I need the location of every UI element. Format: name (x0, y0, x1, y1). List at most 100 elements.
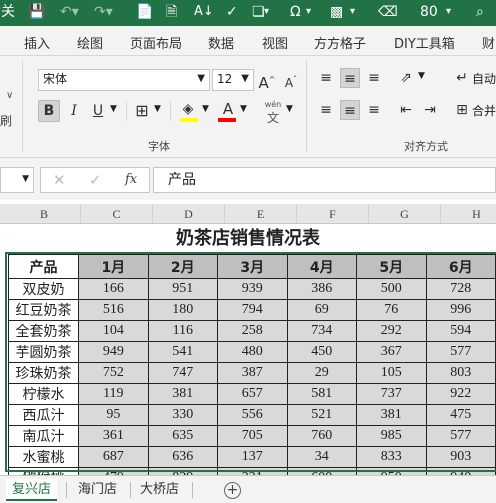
sales-value-cell[interactable]: 76 (356, 299, 427, 321)
sales-value-cell[interactable]: 386 (286, 278, 358, 300)
add-sheet-icon[interactable]: + (224, 482, 241, 499)
redo-icon[interactable]: ↷▾ (94, 2, 113, 22)
tab-finance[interactable]: 财 (482, 33, 495, 52)
sales-value-cell[interactable]: 367 (356, 341, 427, 363)
sales-value-cell[interactable]: 996 (425, 299, 496, 321)
chevron-down-icon[interactable]: ▼ (154, 104, 161, 114)
dropdown-arrow-icon[interactable]: ▾ (306, 2, 311, 22)
header-cell-month[interactable]: 2月 (147, 254, 219, 279)
font-size-select[interactable]: 12 ▼ (212, 69, 254, 91)
orientation-icon[interactable]: ⇗ (396, 68, 416, 88)
zoom-value[interactable]: 80 (420, 2, 438, 22)
undo-icon[interactable]: ↶▾ (60, 2, 79, 22)
sales-value-cell[interactable]: 116 (147, 320, 219, 342)
product-name-cell[interactable]: 双皮奶 (7, 278, 80, 300)
sales-value-cell[interactable]: 705 (217, 425, 288, 447)
chevron-down-icon[interactable]: ▼ (22, 174, 29, 184)
product-name-cell[interactable]: 水蜜桃 (7, 446, 80, 468)
italic-button[interactable]: I (64, 101, 84, 121)
sales-value-cell[interactable]: 361 (78, 425, 149, 447)
sales-value-cell[interactable]: 940 (425, 467, 496, 475)
sales-value-cell[interactable]: 803 (425, 362, 496, 384)
clear-icon[interactable]: ⌫ (378, 2, 398, 22)
sales-value-cell[interactable]: 922 (425, 383, 496, 405)
sales-value-cell[interactable]: 34 (286, 446, 358, 468)
sales-value-cell[interactable]: 330 (147, 404, 219, 426)
sales-value-cell[interactable]: 734 (286, 320, 358, 342)
sales-value-cell[interactable]: 657 (217, 383, 288, 405)
product-name-cell[interactable]: 芋圆奶茶 (7, 341, 80, 363)
align-bottom-icon[interactable]: ≡ (364, 68, 384, 88)
product-name-cell[interactable]: 全套奶茶 (7, 320, 80, 342)
header-cell-month[interactable]: 6月 (425, 254, 496, 279)
column-header-g[interactable]: G (369, 204, 441, 224)
sales-value-cell[interactable]: 292 (356, 320, 427, 342)
merge-label[interactable]: 合并 (472, 102, 496, 119)
sales-value-cell[interactable]: 951 (147, 278, 219, 300)
wrap-text-label[interactable]: 自动 (472, 70, 496, 87)
underline-button[interactable]: U (88, 101, 108, 121)
wrap-text-icon[interactable]: ↵ (452, 68, 472, 88)
shrink-font-button[interactable]: Aˇ (282, 70, 300, 90)
sales-value-cell[interactable]: 381 (356, 404, 427, 426)
spell-check-icon[interactable]: ✓ (226, 2, 238, 22)
phonetic-guide-button[interactable]: wén 文 (262, 100, 284, 126)
sales-value-cell[interactable]: 381 (147, 383, 219, 405)
chevron-down-icon[interactable]: ▼ (240, 104, 247, 114)
sales-value-cell[interactable]: 950 (356, 467, 427, 475)
sales-value-cell[interactable]: 166 (78, 278, 149, 300)
chevron-down-icon[interactable]: ▼ (202, 104, 209, 114)
align-right-icon[interactable]: ≡ (364, 100, 384, 120)
header-cell-month[interactable]: 3月 (217, 254, 288, 279)
sales-value-cell[interactable]: 480 (217, 341, 288, 363)
column-header-h[interactable]: H (441, 204, 496, 224)
text-box-icon[interactable]: ▩ (330, 2, 343, 22)
sales-value-cell[interactable]: 95 (78, 404, 149, 426)
sales-value-cell[interactable]: 794 (217, 299, 288, 321)
sales-value-cell[interactable]: 687 (78, 446, 149, 468)
sales-value-cell[interactable]: 119 (78, 383, 149, 405)
sales-value-cell[interactable]: 635 (147, 425, 219, 447)
align-middle-icon[interactable]: ≡ (340, 68, 360, 88)
sales-value-cell[interactable]: 760 (286, 425, 358, 447)
sales-value-cell[interactable]: 541 (147, 341, 219, 363)
merge-center-icon[interactable]: ⊞ (452, 100, 472, 120)
copy-format-icon[interactable]: ❏ (252, 2, 265, 22)
sales-value-cell[interactable]: 516 (78, 299, 149, 321)
sales-value-cell[interactable]: 985 (356, 425, 427, 447)
sales-value-cell[interactable]: 829 (147, 467, 219, 475)
sales-value-cell[interactable]: 949 (78, 341, 149, 363)
product-name-cell[interactable]: 红豆奶茶 (7, 299, 80, 321)
sales-value-cell[interactable]: 69 (286, 299, 358, 321)
sales-value-cell[interactable]: 180 (147, 299, 219, 321)
sheet-title[interactable]: 奶茶店销售情况表 (0, 225, 496, 253)
decrease-indent-icon[interactable]: ⇤ (396, 100, 416, 120)
sales-value-cell[interactable]: 577 (425, 341, 496, 363)
tab-fangfang-gezi[interactable]: 方方格子 (314, 33, 366, 52)
sales-value-cell[interactable]: 231 (217, 467, 288, 475)
sales-value-cell[interactable]: 600 (286, 467, 358, 475)
sales-value-cell[interactable]: 258 (217, 320, 288, 342)
sales-value-cell[interactable]: 104 (78, 320, 149, 342)
product-name-cell[interactable]: 猕猴桃 (7, 467, 80, 475)
sheet-tab-fuxing[interactable]: 复兴店 (6, 479, 58, 501)
fill-color-icon[interactable]: ◈ (178, 99, 198, 119)
sales-value-cell[interactable]: 29 (286, 362, 358, 384)
sales-value-cell[interactable]: 903 (425, 446, 496, 468)
dropdown-arrow-icon[interactable]: ▾ (264, 2, 269, 22)
sales-value-cell[interactable]: 500 (356, 278, 427, 300)
dropdown-arrow-icon[interactable]: ▾ (350, 2, 355, 22)
align-top-icon[interactable]: ≡ (316, 68, 336, 88)
column-header-f[interactable]: F (297, 204, 369, 224)
sales-value-cell[interactable]: 939 (217, 278, 288, 300)
tab-draw[interactable]: 绘图 (77, 33, 103, 52)
header-cell-month[interactable]: 1月 (78, 254, 149, 279)
chevron-down-icon[interactable]: ∨ (6, 90, 13, 101)
header-cell-month[interactable]: 4月 (286, 254, 358, 279)
name-box[interactable]: ▼ (0, 167, 34, 193)
sales-value-cell[interactable]: 752 (78, 362, 149, 384)
sales-value-cell[interactable]: 581 (286, 383, 358, 405)
column-header-d[interactable]: D (153, 204, 225, 224)
sort-icon[interactable]: A↓ (194, 2, 214, 22)
sales-value-cell[interactable]: 728 (425, 278, 496, 300)
